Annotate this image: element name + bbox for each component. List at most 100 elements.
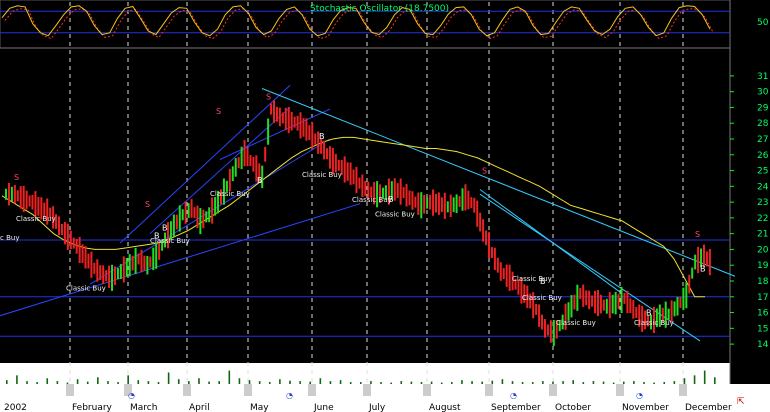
x-tick-label: December [685,403,732,412]
chart-annotation: B [162,224,168,233]
volume-bar [653,382,655,384]
volume-bar [86,381,89,384]
x-tick-label: 2002 [4,403,27,412]
volume-bar [97,377,99,384]
chart-annotation: B [540,277,546,286]
volume-bar [117,382,119,384]
volume-bar [238,378,241,384]
volume-bar [56,381,59,384]
event-marker-icon: ◔ [286,391,293,400]
volume-bar [16,375,18,384]
volume-bar [491,380,494,384]
volume-bar [582,382,585,384]
event-marker-icon: ◔ [128,391,135,400]
x-tick-marker [183,384,191,396]
price-y-tick: 22 [757,214,768,224]
volume-bar [66,382,69,384]
volume-bar [188,381,190,384]
x-tick-marker [308,384,316,396]
volume-bar [643,382,645,384]
volume-bar [451,382,453,384]
volume-bar [440,382,443,384]
chart-annotation: Classic Buy [210,190,250,198]
volume-bar [329,381,332,384]
volume-bar [228,370,231,384]
volume-bar [380,382,382,384]
chart-annotation: S [216,107,221,116]
x-tick-label: March [130,403,157,412]
volume-y-tick: 20000 [745,364,770,373]
x-tick-label: June [313,403,334,412]
chart-annotation: Classic Buy [66,284,106,292]
price-y-tick: 19 [757,261,769,271]
volume-bar [521,382,524,384]
chart-annotation: Classic Buy [522,294,562,302]
volume-bar [572,380,574,384]
volume-bar [198,378,200,384]
chart-annotation: Classic Buy [512,275,552,283]
volume-bar [562,381,564,384]
volume-bar [703,370,706,384]
chart-annotation: S [14,173,19,182]
volume-bar [471,381,473,384]
volume-y-tick: 10000 [745,373,770,382]
x-tick-label: September [491,403,541,412]
volume-bar [622,381,625,384]
volume-bar [461,380,463,384]
chart-annotation: S [266,93,271,102]
volume-bar [36,382,38,384]
price-y-tick: 25 [757,167,768,177]
volume-bar [349,382,352,384]
volume-bar [410,381,413,384]
volume-bar [531,382,534,384]
osc-y-tick: 50 [757,18,769,28]
volume-bar [633,381,635,384]
event-marker-icon: ◔ [636,391,643,400]
volume-bar [390,382,392,384]
volume-bar [208,381,210,384]
volume-bar [248,380,251,384]
chart-annotation: B [388,195,394,204]
volume-bar [76,379,79,384]
volume-bar [602,381,605,384]
x-tick-label: November [622,403,669,412]
volume-bar [157,382,160,384]
volume-bar [501,379,504,384]
background [0,0,770,412]
event-marker-icon: ◔ [510,391,517,400]
price-y-tick: 15 [757,324,768,334]
volume-bar [218,381,220,384]
volume-bar [420,382,423,384]
volume-bar [309,381,312,384]
volume-bar [511,381,514,384]
volume-bar [552,381,554,384]
volume-bar [319,378,322,384]
volume-bar [177,379,180,384]
x-tick-marker [549,384,557,396]
chart-annotation: Classic Buy [352,196,392,204]
chart-annotation: Classic Buy [375,210,415,218]
x-tick-label: May [250,403,269,412]
panel-backgrounds [0,0,770,412]
price-y-tick: 18 [757,277,769,287]
chart-annotation: B [700,265,706,274]
x-tick-marker [616,384,624,396]
price-y-tick: 29 [757,103,769,113]
volume-bar [258,381,261,384]
price-y-tick: 17 [757,293,768,303]
chart-annotation: c Buy [0,234,19,242]
volume-bar [592,381,595,384]
x-tick-label: October [555,403,591,412]
volume-bar [26,381,28,384]
x-tick-label: July [368,403,386,412]
volume-bar [6,380,8,384]
chart-canvas: Stochastic Oscillator (18.7500) 50 Sc Buy… [0,0,770,412]
volume-bar [693,375,696,384]
volume-bar [481,381,483,384]
x-tick-label: February [72,403,113,412]
chart-annotation: Classic Buy [556,319,596,327]
volume-bar [542,381,544,384]
price-y-tick: 16 [757,309,769,319]
osc-title: Stochastic Oscillator (18.7500) [310,4,449,14]
price-y-tick: 23 [757,198,768,208]
